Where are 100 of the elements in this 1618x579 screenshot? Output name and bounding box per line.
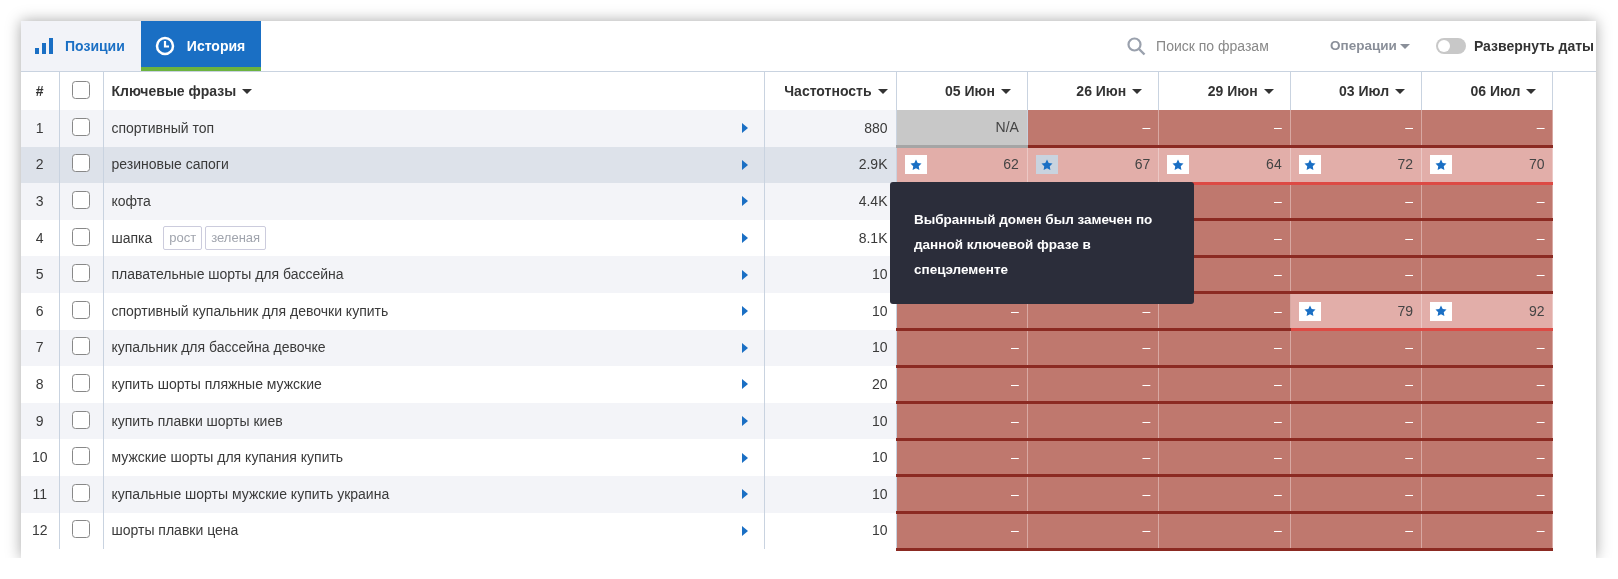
row-checkbox[interactable]: [72, 154, 90, 173]
cell-value: –: [1273, 448, 1282, 468]
column-header[interactable]: 26 Июн: [1076, 82, 1127, 99]
cell-value: –: [1011, 411, 1019, 431]
expand-arrow-icon[interactable]: [741, 233, 748, 244]
cell-value: –: [1273, 374, 1282, 394]
keyword-phrase: плавательные шорты для бассейна: [111, 265, 344, 285]
expand-arrow-icon[interactable]: [741, 159, 748, 170]
caret-icon[interactable]: [1395, 89, 1406, 95]
cell-value: –: [1536, 448, 1545, 468]
row-checkbox[interactable]: [72, 300, 90, 319]
column-header[interactable]: 05 Июн: [944, 82, 995, 99]
position-value: 79: [1397, 301, 1414, 321]
keyword-phrase: спортивный купальник для девочки купить: [111, 301, 389, 321]
toggle-switch[interactable]: [1435, 38, 1466, 54]
cell-value: –: [1536, 118, 1545, 138]
caret-icon[interactable]: [242, 89, 253, 95]
keyword-phrase: шорты плавки цена: [111, 521, 239, 541]
frequency-value: 2.9K: [858, 156, 888, 173]
cell-value: –: [1536, 228, 1545, 248]
cell-value: –: [1142, 484, 1151, 504]
cell-value: –: [1536, 374, 1545, 394]
caret-icon[interactable]: [1263, 89, 1274, 95]
row-number: 8: [35, 375, 44, 392]
position-value: 92: [1528, 301, 1545, 321]
chart-icon: [35, 38, 53, 54]
toggle-label: Развернуть даты: [1473, 36, 1594, 56]
expand-arrow-icon[interactable]: [741, 269, 748, 280]
cell-value: –: [1273, 265, 1282, 285]
cell-value: –: [1405, 374, 1414, 394]
column-header[interactable]: Ключевые фразы: [111, 82, 237, 99]
clock-icon: [154, 36, 175, 56]
keyword-phrase: спортивный топ: [111, 118, 215, 138]
cell-value: –: [1405, 338, 1414, 358]
frequency-value: 10: [871, 449, 888, 466]
row-number: 2: [35, 156, 44, 173]
keyword-phrase: купить шорты пляжные мужские: [111, 374, 322, 394]
row-checkbox[interactable]: [72, 191, 90, 209]
expand-arrow-icon[interactable]: [741, 123, 748, 134]
tab[interactable]: История: [140, 21, 262, 71]
keyword-phrase: резиновые сапоги: [111, 155, 229, 175]
cell-value: –: [1405, 521, 1414, 541]
keyword-phrase: купальник для бассейна девочке: [111, 338, 326, 358]
frequency-value: 10: [871, 266, 888, 283]
row-checkbox[interactable]: [72, 264, 90, 283]
row-checkbox[interactable]: [72, 117, 90, 136]
cell-value: –: [1536, 521, 1545, 541]
row-checkbox[interactable]: [72, 410, 90, 429]
position-value: 62: [1003, 155, 1019, 175]
column-header[interactable]: Частотность: [784, 82, 872, 99]
column-header: #: [35, 82, 44, 99]
cell-value: –: [1273, 484, 1282, 504]
cell-value: –: [1273, 192, 1282, 211]
cell-value: –: [1405, 448, 1414, 468]
row-checkbox[interactable]: [72, 227, 90, 246]
row-checkbox[interactable]: [72, 373, 90, 392]
frequency-value: 10: [871, 522, 888, 539]
select-all-checkbox[interactable]: [72, 80, 90, 99]
row-checkbox[interactable]: [72, 483, 90, 502]
expand-arrow-icon[interactable]: [741, 525, 748, 536]
cell-value: –: [1536, 338, 1545, 358]
expand-arrow-icon[interactable]: [741, 379, 748, 390]
position-value: 67: [1134, 155, 1151, 175]
keyword-phrase: мужские шорты для купания купить: [111, 448, 344, 468]
row-checkbox[interactable]: [72, 520, 90, 539]
row-checkbox[interactable]: [72, 337, 90, 356]
tab[interactable]: Позиции: [21, 21, 141, 71]
expand-arrow-icon[interactable]: [741, 489, 748, 500]
cell-value: –: [1273, 228, 1282, 248]
cell-value: –: [1536, 265, 1545, 285]
row-number: 4: [35, 229, 44, 246]
row-number: 3: [35, 193, 44, 209]
row-number: 10: [31, 449, 48, 466]
expand-arrow-icon[interactable]: [741, 342, 748, 353]
row-number: 11: [32, 485, 47, 502]
cell-value: –: [1405, 265, 1414, 285]
row-number: 5: [35, 266, 44, 283]
caret-icon[interactable]: [1132, 89, 1143, 95]
expand-arrow-icon[interactable]: [741, 452, 748, 463]
cell-value: –: [1011, 338, 1019, 358]
position-value: 64: [1266, 155, 1282, 175]
expand-arrow-icon[interactable]: [741, 416, 748, 427]
column-header[interactable]: 06 Июл: [1470, 82, 1521, 99]
cell-value: –: [1273, 338, 1282, 358]
caret-icon[interactable]: [877, 89, 888, 95]
cell-value: –: [1405, 192, 1414, 211]
column-header[interactable]: 03 Июл: [1339, 82, 1390, 99]
search-field[interactable]: Поиск по фразам: [1127, 34, 1305, 58]
tooltip: Выбранный домен был замечен по данной ключевой фразе в спецэлементе: [890, 182, 1194, 304]
caret-icon[interactable]: [1526, 89, 1537, 95]
cell-value: –: [1536, 484, 1545, 504]
column-header[interactable]: 29 Июн: [1207, 82, 1258, 99]
expand-arrow-icon[interactable]: [741, 196, 748, 207]
cell-value: N/A: [995, 118, 1019, 138]
caret-icon[interactable]: [1000, 89, 1011, 95]
row-checkbox[interactable]: [72, 447, 90, 466]
cell-value: –: [1273, 301, 1282, 321]
expand-arrow-icon[interactable]: [741, 306, 748, 317]
position-value: 72: [1397, 155, 1414, 175]
cell-value: –: [1405, 228, 1414, 248]
